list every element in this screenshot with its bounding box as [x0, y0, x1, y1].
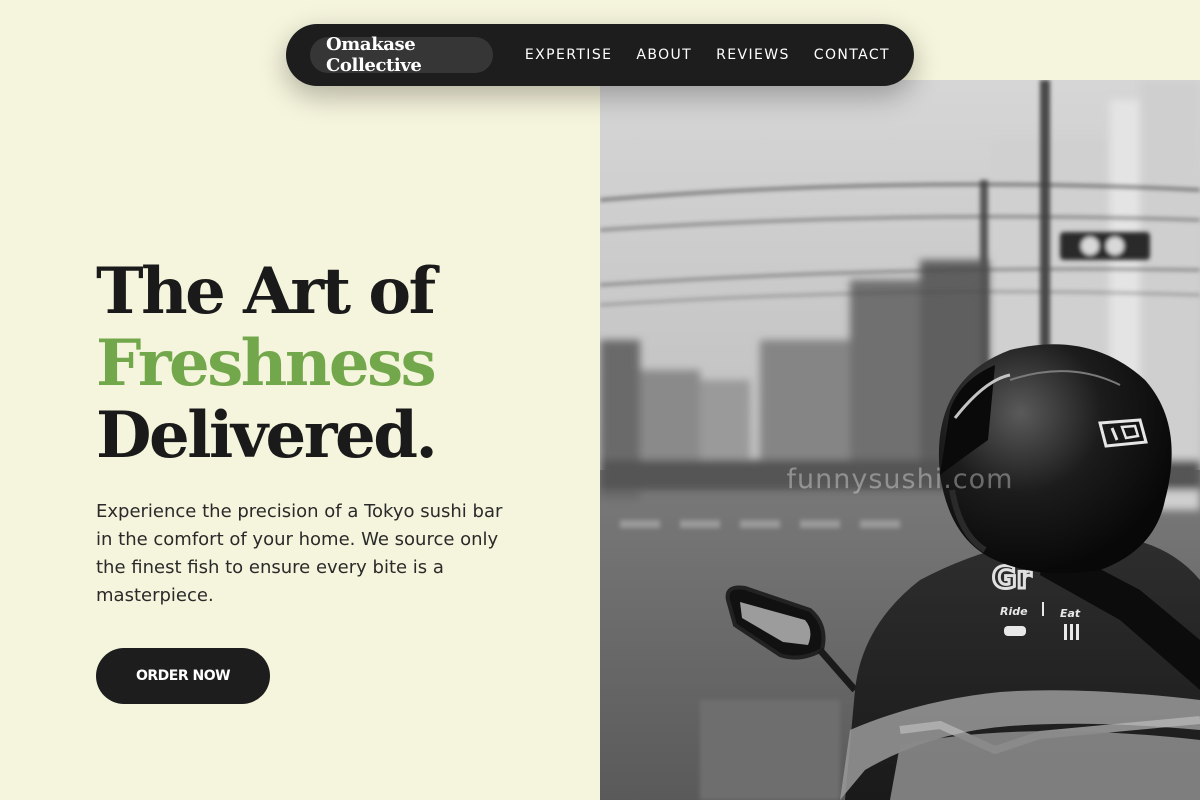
- jacket-ride-text: Ride: [1000, 605, 1028, 618]
- nav-links: EXPERTISE ABOUT REVIEWS CONTACT: [525, 47, 890, 63]
- delivery-rider-photo: Gr Ride Eat: [600, 80, 1200, 800]
- top-navigation: Omakase Collective EXPERTISE ABOUT REVIE…: [286, 24, 914, 86]
- brand-logo[interactable]: Omakase Collective: [310, 34, 493, 76]
- jacket-eat-text: Eat: [1060, 607, 1081, 620]
- hero-section: The Art of Freshness Delivered. Experien…: [96, 256, 576, 610]
- headline-line-3: Delivered.: [96, 398, 438, 473]
- hero-headline: The Art of Freshness Delivered.: [96, 256, 576, 472]
- hero-photo: Gr Ride Eat funnysushi.com: [600, 80, 1200, 800]
- helmet: [938, 344, 1172, 574]
- headline-line-1: The Art of: [96, 254, 436, 329]
- headline-line-2-accent: Freshness: [96, 326, 437, 401]
- nav-link-expertise[interactable]: EXPERTISE: [525, 47, 612, 63]
- nav-link-about[interactable]: ABOUT: [636, 47, 692, 63]
- nav-link-reviews[interactable]: REVIEWS: [716, 47, 790, 63]
- hero-description: Experience the precision of a Tokyo sush…: [96, 501, 503, 606]
- nav-link-contact[interactable]: CONTACT: [814, 47, 890, 63]
- order-now-button[interactable]: ORDER NOW: [96, 648, 270, 704]
- page: Omakase Collective EXPERTISE ABOUT REVIE…: [0, 0, 1200, 800]
